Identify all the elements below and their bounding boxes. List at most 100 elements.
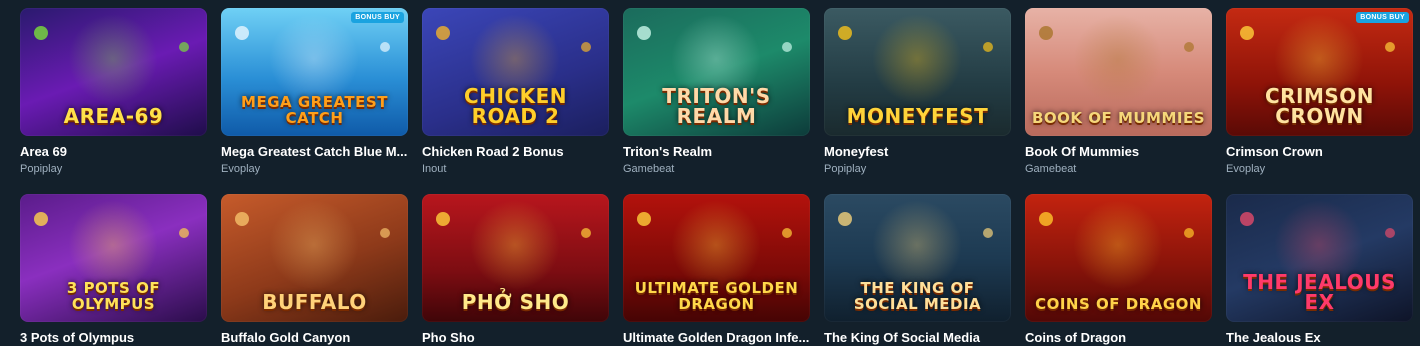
game-logo-text: AREA-69 — [63, 104, 164, 128]
game-title[interactable]: The Jealous Ex — [1226, 330, 1413, 346]
thumbnail-glow — [68, 14, 158, 104]
game-card[interactable]: CHICKEN ROAD 2 Chicken Road 2 Bonus Inout — [422, 8, 609, 176]
thumbnail-glow — [470, 200, 560, 290]
game-logo-text: CHICKEN ROAD 2 — [464, 84, 567, 128]
game-logo-text: THE KING OF SOCIAL MEDIA — [853, 279, 982, 313]
game-card[interactable]: ULTIMATE GOLDEN DRAGON Ultimate Golden Dr… — [623, 194, 810, 346]
coin-icon — [436, 212, 450, 226]
coin-icon — [581, 42, 591, 52]
game-card[interactable]: BUFFALO Buffalo Gold Canyon — [221, 194, 408, 346]
coin-icon — [838, 212, 852, 226]
coin-icon — [782, 42, 792, 52]
game-title[interactable]: Coins of Dragon — [1025, 330, 1212, 346]
game-logo-text: THE JEALOUS EX — [1243, 270, 1396, 314]
game-provider: Popiplay — [20, 163, 63, 175]
coin-icon — [637, 26, 651, 40]
coin-icon — [380, 228, 390, 238]
game-provider: Inout — [422, 163, 447, 175]
game-card[interactable]: MEGA GREATEST CATCH BONUS BUY Mega Greates… — [221, 8, 408, 176]
game-logo-text: COINS OF DRAGON — [1035, 295, 1202, 313]
game-title[interactable]: Buffalo Gold Canyon — [221, 330, 408, 346]
game-provider: Gamebeat — [623, 163, 675, 175]
game-thumbnail[interactable]: COINS OF DRAGON — [1025, 194, 1212, 322]
coin-icon — [983, 228, 993, 238]
game-thumbnail[interactable]: BOOK OF MUMMIES — [1025, 8, 1212, 136]
game-logo-text: ULTIMATE GOLDEN DRAGON — [634, 279, 799, 313]
game-title[interactable]: The King Of Social Media — [824, 330, 1011, 346]
game-title[interactable]: 3 Pots of Olympus — [20, 330, 207, 346]
game-logo-text: MEGA GREATEST CATCH — [241, 93, 388, 127]
game-title[interactable]: Moneyfest — [824, 144, 1011, 160]
game-logo-text: TRITON'S REALM — [662, 84, 771, 128]
game-grid: AREA-69 Area 69 Popiplay MEGA GREATEST CATC… — [20, 8, 1413, 346]
coin-icon — [1385, 42, 1395, 52]
game-thumbnail[interactable]: TRITON'S REALM — [623, 8, 810, 136]
coin-icon — [1240, 212, 1254, 226]
coin-icon — [838, 26, 852, 40]
thumbnail-glow — [68, 200, 158, 290]
game-thumbnail[interactable]: ULTIMATE GOLDEN DRAGON — [623, 194, 810, 322]
coin-icon — [34, 212, 48, 226]
coin-icon — [179, 228, 189, 238]
bonus-buy-badge: BONUS BUY — [351, 12, 404, 23]
coin-icon — [782, 228, 792, 238]
game-title[interactable]: Area 69 — [20, 144, 207, 160]
game-title[interactable]: Mega Greatest Catch Blue M... — [221, 144, 408, 160]
game-logo-text: BOOK OF MUMMIES — [1031, 109, 1206, 127]
coin-icon — [380, 42, 390, 52]
game-thumbnail[interactable]: THE KING OF SOCIAL MEDIA — [824, 194, 1011, 322]
game-card[interactable]: MONEYFEST Moneyfest Popiplay — [824, 8, 1011, 176]
thumbnail-glow — [269, 14, 359, 104]
coin-icon — [1039, 212, 1053, 226]
game-logo-text: BUFFALO — [262, 290, 367, 314]
game-card[interactable]: BOOK OF MUMMIES Book Of Mummies Gamebeat — [1025, 8, 1212, 176]
game-thumbnail[interactable]: THE JEALOUS EX — [1226, 194, 1413, 322]
game-title[interactable]: Book Of Mummies — [1025, 144, 1212, 160]
game-card[interactable]: CRIMSON CROWN BONUS BUY Crimson Crown Evopl… — [1226, 8, 1413, 176]
game-title[interactable]: Chicken Road 2 Bonus — [422, 144, 609, 160]
thumbnail-glow — [1073, 14, 1163, 104]
game-thumbnail[interactable]: 3 POTS OF OLYMPUS — [20, 194, 207, 322]
game-thumbnail[interactable]: AREA-69 — [20, 8, 207, 136]
game-provider: Popiplay — [824, 163, 867, 175]
thumbnail-glow — [872, 200, 962, 290]
coin-icon — [637, 212, 651, 226]
coin-icon — [179, 42, 189, 52]
game-card[interactable]: THE KING OF SOCIAL MEDIA The King Of Soci… — [824, 194, 1011, 346]
game-thumbnail[interactable]: MEGA GREATEST CATCH BONUS BUY — [221, 8, 408, 136]
coin-icon — [1039, 26, 1053, 40]
coin-icon — [235, 212, 249, 226]
game-card[interactable]: AREA-69 Area 69 Popiplay — [20, 8, 207, 176]
game-logo-text: MONEYFEST — [846, 104, 989, 128]
thumbnail-glow — [872, 14, 962, 104]
game-provider: Evoplay — [1226, 163, 1266, 175]
bonus-buy-badge: BONUS BUY — [1356, 12, 1409, 23]
coin-icon — [436, 26, 450, 40]
game-thumbnail[interactable]: CHICKEN ROAD 2 — [422, 8, 609, 136]
game-title[interactable]: Triton's Realm — [623, 144, 810, 160]
thumbnail-glow — [671, 200, 761, 290]
coin-icon — [235, 26, 249, 40]
game-card[interactable]: THE JEALOUS EX The Jealous Ex — [1226, 194, 1413, 346]
coin-icon — [983, 42, 993, 52]
coin-icon — [1385, 228, 1395, 238]
game-title[interactable]: Ultimate Golden Dragon Infe... — [623, 330, 810, 346]
coin-icon — [1184, 42, 1194, 52]
game-logo-text: PHỞ SHO — [461, 290, 570, 314]
game-thumbnail[interactable]: CRIMSON CROWN BONUS BUY — [1226, 8, 1413, 136]
game-card[interactable]: COINS OF DRAGON Coins of Dragon — [1025, 194, 1212, 346]
game-thumbnail[interactable]: PHỞ SHO — [422, 194, 609, 322]
game-logo-text: CRIMSON CROWN — [1264, 84, 1375, 128]
game-thumbnail[interactable]: BUFFALO — [221, 194, 408, 322]
game-title[interactable]: Crimson Crown — [1226, 144, 1413, 160]
game-thumbnail[interactable]: MONEYFEST — [824, 8, 1011, 136]
game-title[interactable]: Pho Sho — [422, 330, 609, 346]
game-card[interactable]: TRITON'S REALM Triton's Realm Gamebeat — [623, 8, 810, 176]
thumbnail-glow — [269, 200, 359, 290]
game-logo-text: 3 POTS OF OLYMPUS — [66, 279, 161, 313]
game-provider: Gamebeat — [1025, 163, 1077, 175]
coin-icon — [581, 228, 591, 238]
coin-icon — [1240, 26, 1254, 40]
game-card[interactable]: 3 POTS OF OLYMPUS 3 Pots of Olympus — [20, 194, 207, 346]
game-card[interactable]: PHỞ SHO Pho Sho — [422, 194, 609, 346]
